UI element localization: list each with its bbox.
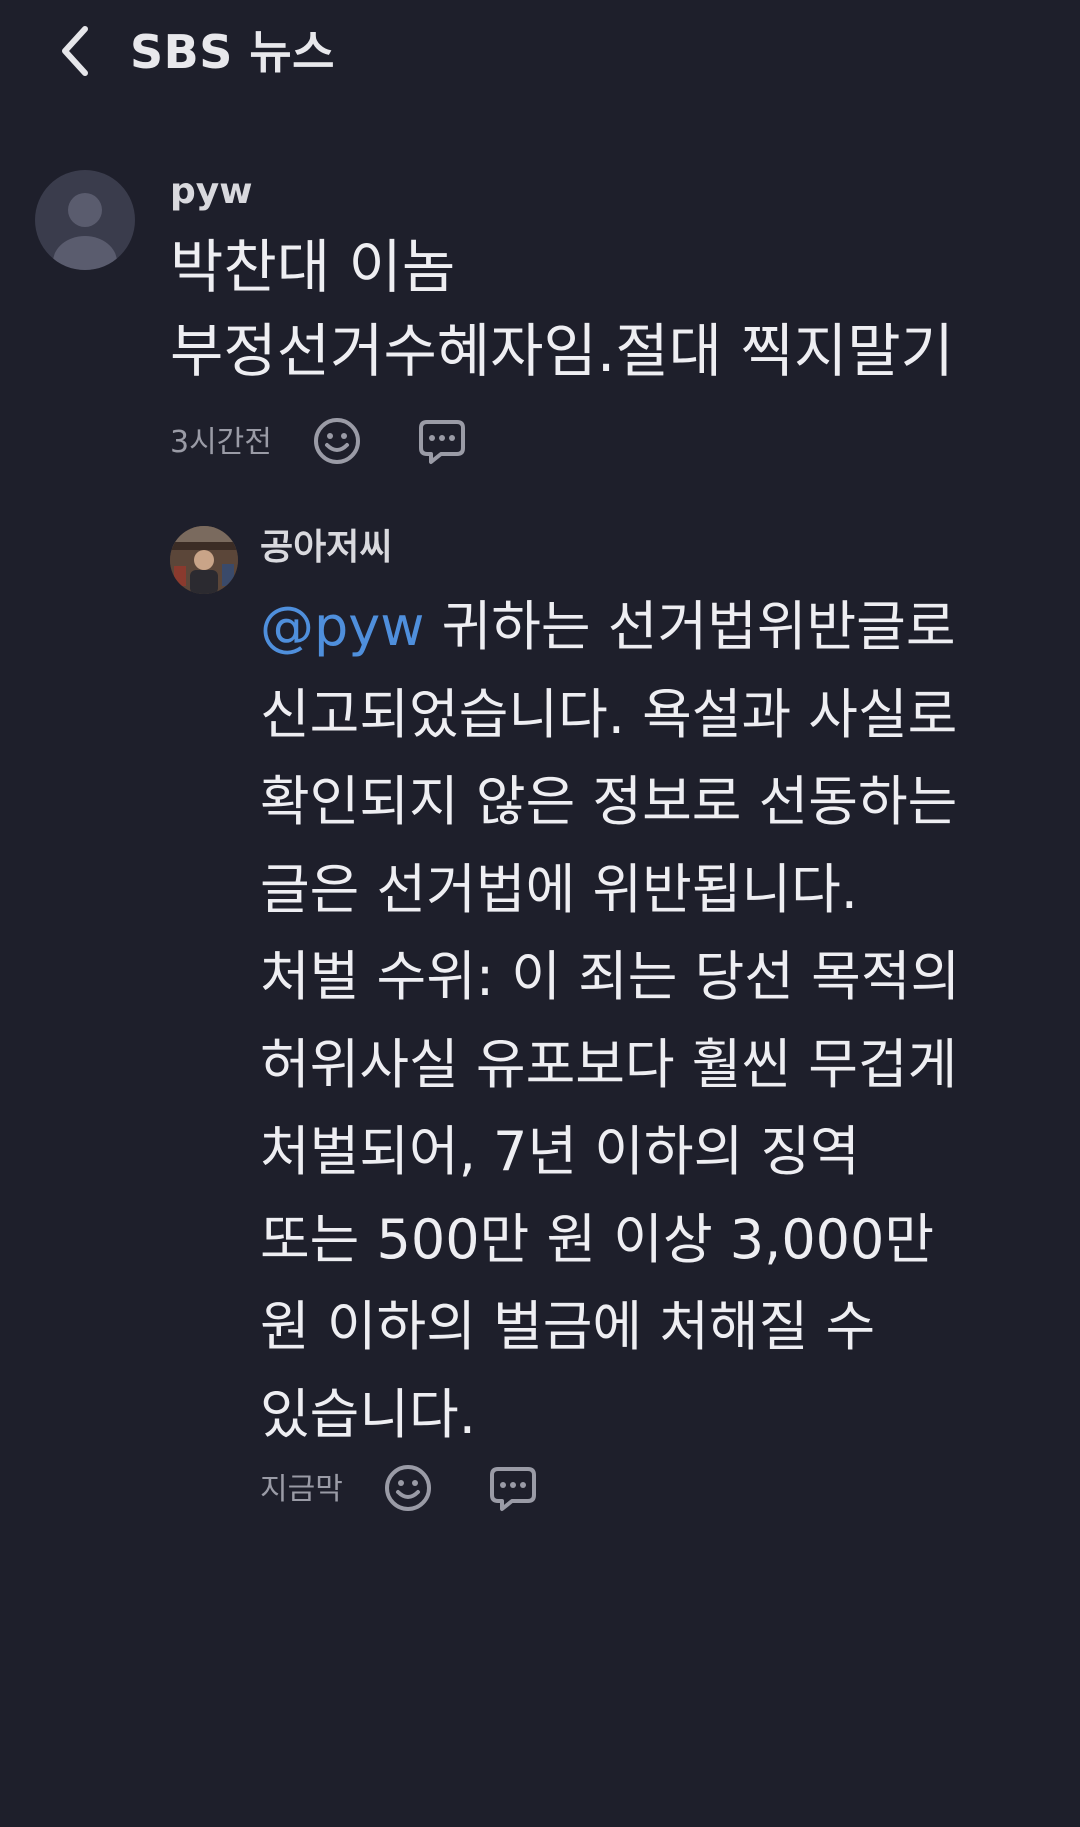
page-title: SBS 뉴스 xyxy=(130,25,335,79)
emoji-reaction-button[interactable] xyxy=(383,1465,433,1515)
speech-bubble-icon xyxy=(417,416,467,470)
mention-link[interactable]: @pyw xyxy=(260,595,424,658)
back-button[interactable] xyxy=(40,18,110,88)
speech-bubble-icon xyxy=(488,1463,538,1517)
reply-line: 처벌되어, 7년 이하의 징역 xyxy=(260,1120,860,1183)
default-user-icon xyxy=(53,193,117,270)
reply-button[interactable] xyxy=(488,1465,538,1515)
avatar[interactable] xyxy=(170,526,238,594)
reply-button[interactable] xyxy=(417,418,467,468)
comment-line: 박찬대 이놈 xyxy=(170,233,456,301)
comment-time: 3시간전 xyxy=(170,425,272,460)
reply-line: 원 이하의 벌금에 처해질 수 xyxy=(260,1295,876,1358)
user-photo-icon xyxy=(170,526,238,594)
chevron-left-icon xyxy=(55,23,95,83)
comment-meta: 3시간전 xyxy=(170,418,467,468)
smiley-icon xyxy=(312,416,362,470)
emoji-reaction-button[interactable] xyxy=(312,418,362,468)
reply-line: 있습니다. xyxy=(260,1382,476,1446)
reply-time: 지금막 xyxy=(260,1472,343,1507)
reply-line-text: 귀하는 선거법위반글로 xyxy=(424,595,956,658)
app-header: SBS 뉴스 xyxy=(0,0,1080,110)
reply-line: 확인되지 않은 정보로 선동하는 xyxy=(260,770,958,833)
reply-line: 처벌 수위: 이 죄는 당선 목적의 xyxy=(260,945,961,1008)
comment-body: 박찬대 이놈 부정선거수혜자임.절대 찍지말기 xyxy=(170,225,954,393)
smiley-icon xyxy=(383,1463,433,1517)
reply-line: 신고되었습니다. 욕설과 사실로 xyxy=(260,682,958,746)
reply-meta: 지금막 xyxy=(260,1465,538,1515)
avatar[interactable] xyxy=(35,170,135,270)
reply-line: 허위사실 유포보다 훨씬 무겁게 xyxy=(260,1032,958,1096)
reply-line: 또는 500만 원 이상 3,000만 xyxy=(260,1207,935,1271)
reply-line: 글은 선거법에 위반됩니다. xyxy=(260,857,858,921)
reply-body: @pyw 귀하는 선거법위반글로 신고되었습니다. 욕설과 사실로 확인되지 않… xyxy=(260,583,960,1458)
comment-line: 부정선거수혜자임.절대 찍지말기 xyxy=(170,317,954,385)
comment-author[interactable]: pyw xyxy=(170,170,253,214)
reply-author[interactable]: 공아저씨 xyxy=(260,526,392,570)
reply-line: @pyw 귀하는 선거법위반글로 xyxy=(260,583,960,671)
